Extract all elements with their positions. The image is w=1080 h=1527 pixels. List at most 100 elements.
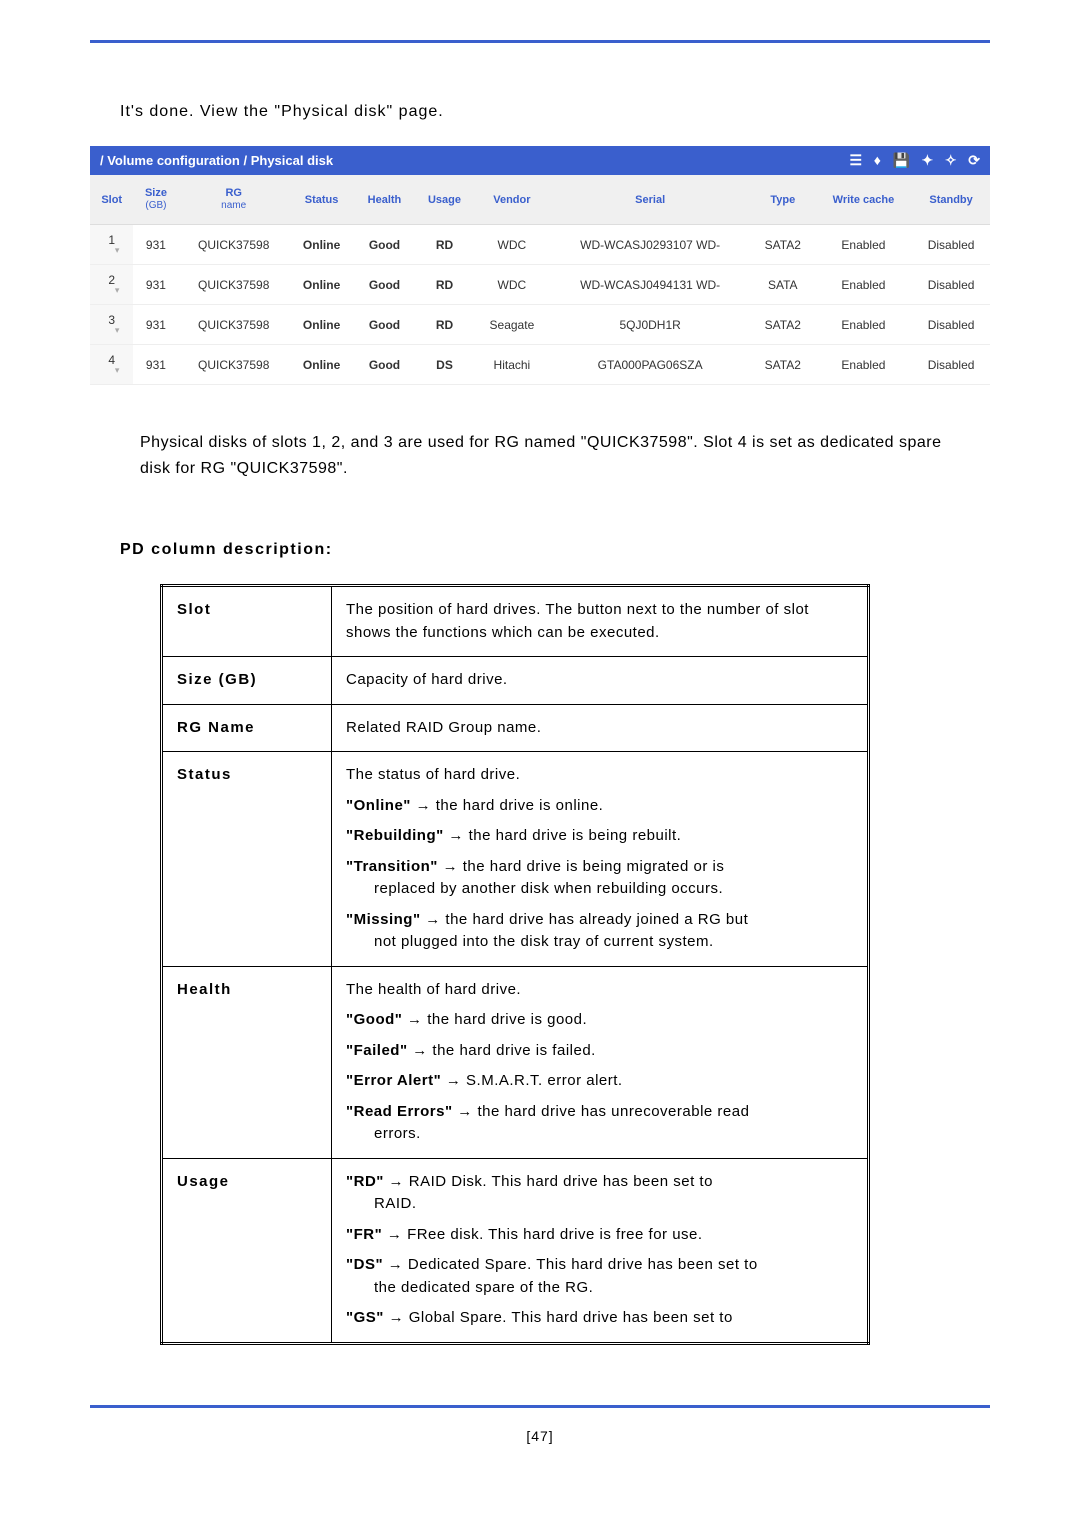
note-text: Physical disks of slots 1, 2, and 3 are … bbox=[140, 430, 960, 481]
th-size: Size(GB) bbox=[133, 175, 178, 225]
status-missing: "Missing" → the hard drive has already j… bbox=[346, 909, 853, 954]
cell-type: SATA2 bbox=[751, 305, 815, 345]
desc-status-text: The status of hard drive. "Online" → the… bbox=[332, 752, 869, 967]
cell-vendor: WDC bbox=[474, 265, 549, 305]
th-health: Health bbox=[354, 175, 414, 225]
cell-vendor: Seagate bbox=[474, 305, 549, 345]
usage-ds: "DS" → Dedicated Spare. This hard drive … bbox=[346, 1254, 853, 1299]
cell-standby: Disabled bbox=[912, 305, 990, 345]
list-icon[interactable]: ☰ bbox=[850, 152, 863, 169]
cell-standby: Disabled bbox=[912, 225, 990, 265]
th-slot: Slot bbox=[90, 175, 133, 225]
pd-desc-heading: PD column description: bbox=[120, 541, 990, 559]
cell-size: 931 bbox=[133, 345, 178, 385]
breadcrumb-bar: / Volume configuration / Physical disk ☰… bbox=[90, 146, 990, 175]
cell-status: Online bbox=[289, 225, 354, 265]
desc-usage-text: "RD" → RAID Disk. This hard drive has be… bbox=[332, 1158, 869, 1343]
breadcrumb-text: / Volume configuration / Physical disk bbox=[100, 153, 333, 168]
cell-rg: QUICK37598 bbox=[178, 225, 288, 265]
health-good: "Good" → the hard drive is good. bbox=[346, 1009, 853, 1032]
th-standby: Standby bbox=[912, 175, 990, 225]
cell-size: 931 bbox=[133, 265, 178, 305]
th-type: Type bbox=[751, 175, 815, 225]
cell-usage: DS bbox=[415, 345, 475, 385]
cell-slot[interactable]: 3▾ bbox=[90, 305, 133, 345]
usage-fr: "FR" → FRee disk. This hard drive is fre… bbox=[346, 1224, 853, 1247]
status-online: "Online" → the hard drive is online. bbox=[346, 795, 853, 818]
cell-wcache: Enabled bbox=[815, 225, 912, 265]
cell-health: Good bbox=[354, 265, 414, 305]
status-transition: "Transition" → the hard drive is being m… bbox=[346, 856, 853, 901]
spark-icon[interactable]: ✧ bbox=[945, 152, 957, 169]
cell-slot[interactable]: 1▾ bbox=[90, 225, 133, 265]
cell-serial: GTA000PAG06SZA bbox=[549, 345, 750, 385]
th-status: Status bbox=[289, 175, 354, 225]
pd-header-row: Slot Size(GB) RGname Status Health Usage… bbox=[90, 175, 990, 225]
status-rebuilding: "Rebuilding" → the hard drive is being r… bbox=[346, 825, 853, 848]
desc-size-text: Capacity of hard drive. bbox=[332, 657, 869, 705]
cell-size: 931 bbox=[133, 305, 178, 345]
cell-slot[interactable]: 2▾ bbox=[90, 265, 133, 305]
cell-type: SATA bbox=[751, 265, 815, 305]
desc-usage-label: Usage bbox=[162, 1158, 332, 1343]
desc-status-label: Status bbox=[162, 752, 332, 967]
cell-size: 931 bbox=[133, 225, 178, 265]
lead-text: It's done. View the "Physical disk" page… bbox=[120, 103, 990, 121]
cell-vendor: WDC bbox=[474, 225, 549, 265]
desc-health-label: Health bbox=[162, 966, 332, 1158]
cell-rg: QUICK37598 bbox=[178, 305, 288, 345]
cell-serial: WD-WCASJ0293107 WD- bbox=[549, 225, 750, 265]
cell-usage: RD bbox=[415, 225, 475, 265]
tool-icon[interactable]: ♦ bbox=[874, 152, 881, 168]
th-serial: Serial bbox=[549, 175, 750, 225]
table-row: 1▾931QUICK37598OnlineGoodRDWDCWD-WCASJ02… bbox=[90, 225, 990, 265]
cell-rg: QUICK37598 bbox=[178, 345, 288, 385]
table-row: 3▾931QUICK37598OnlineGoodRDSeagate5QJ0DH… bbox=[90, 305, 990, 345]
cell-serial: 5QJ0DH1R bbox=[549, 305, 750, 345]
table-row: 4▾931QUICK37598OnlineGoodDSHitachiGTA000… bbox=[90, 345, 990, 385]
cell-usage: RD bbox=[415, 305, 475, 345]
desc-health-text: The health of hard drive. "Good" → the h… bbox=[332, 966, 869, 1158]
cell-health: Good bbox=[354, 225, 414, 265]
status-intro: The status of hard drive. bbox=[346, 764, 853, 787]
cell-serial: WD-WCASJ0494131 WD- bbox=[549, 265, 750, 305]
cell-vendor: Hitachi bbox=[474, 345, 549, 385]
cell-standby: Disabled bbox=[912, 265, 990, 305]
health-intro: The health of hard drive. bbox=[346, 979, 853, 1002]
usage-gs: "GS" → Global Spare. This hard drive has… bbox=[346, 1307, 853, 1330]
refresh-icon[interactable]: ⟳ bbox=[968, 152, 980, 169]
health-failed: "Failed" → the hard drive is failed. bbox=[346, 1040, 853, 1063]
table-row: 2▾931QUICK37598OnlineGoodRDWDCWD-WCASJ04… bbox=[90, 265, 990, 305]
th-vendor: Vendor bbox=[474, 175, 549, 225]
desc-slot-label: Slot bbox=[162, 586, 332, 657]
cell-type: SATA2 bbox=[751, 225, 815, 265]
health-error: "Error Alert" → S.M.A.R.T. error alert. bbox=[346, 1070, 853, 1093]
bottom-rule bbox=[90, 1405, 990, 1408]
usage-rd: "RD" → RAID Disk. This hard drive has be… bbox=[346, 1171, 853, 1216]
desc-rg-text: Related RAID Group name. bbox=[332, 704, 869, 752]
top-rule bbox=[90, 40, 990, 43]
health-read: "Read Errors" → the hard drive has unrec… bbox=[346, 1101, 853, 1146]
save-icon[interactable]: 💾 bbox=[892, 152, 909, 169]
cell-health: Good bbox=[354, 345, 414, 385]
cell-wcache: Enabled bbox=[815, 345, 912, 385]
cell-status: Online bbox=[289, 265, 354, 305]
star-icon[interactable]: ✦ bbox=[922, 152, 934, 169]
cell-status: Online bbox=[289, 345, 354, 385]
cell-usage: RD bbox=[415, 265, 475, 305]
cell-status: Online bbox=[289, 305, 354, 345]
th-rg: RGname bbox=[178, 175, 288, 225]
th-wcache: Write cache bbox=[815, 175, 912, 225]
cell-slot[interactable]: 4▾ bbox=[90, 345, 133, 385]
page-number: [47] bbox=[90, 1428, 990, 1444]
cell-rg: QUICK37598 bbox=[178, 265, 288, 305]
desc-size-label: Size (GB) bbox=[162, 657, 332, 705]
physical-disk-table: Slot Size(GB) RGname Status Health Usage… bbox=[90, 175, 990, 385]
cell-wcache: Enabled bbox=[815, 305, 912, 345]
cell-wcache: Enabled bbox=[815, 265, 912, 305]
desc-slot-text: The position of hard drives. The button … bbox=[332, 586, 869, 657]
cell-health: Good bbox=[354, 305, 414, 345]
desc-table: Slot The position of hard drives. The bu… bbox=[160, 584, 870, 1345]
cell-standby: Disabled bbox=[912, 345, 990, 385]
desc-rg-label: RG Name bbox=[162, 704, 332, 752]
